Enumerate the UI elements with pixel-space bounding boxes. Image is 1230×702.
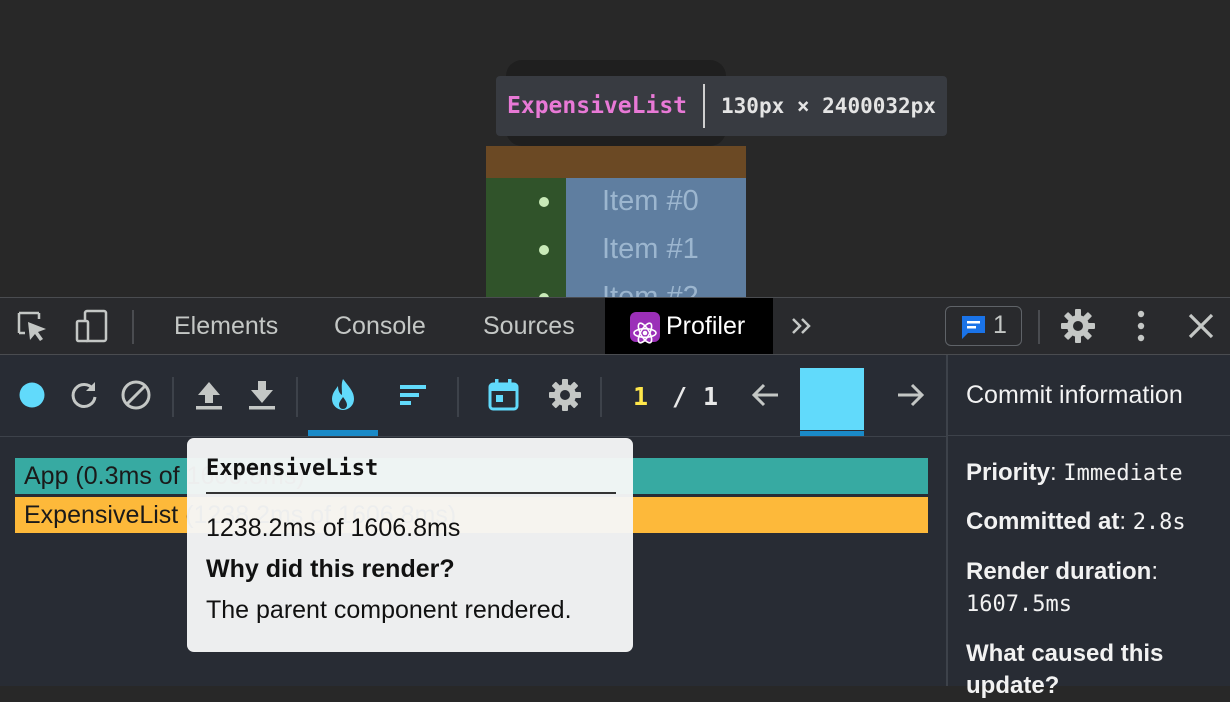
flamegraph-icon[interactable] xyxy=(323,375,363,415)
commit-info-title: Commit information xyxy=(966,381,1183,409)
record-button[interactable] xyxy=(12,375,52,415)
device-toolbar-icon[interactable] xyxy=(75,298,109,354)
tooltip-render-time: 1238.2ms of 1606.8ms xyxy=(206,514,461,542)
profiler-toolbar: 1 / 1 xyxy=(0,355,946,437)
commit-total-count: 1 xyxy=(703,382,719,411)
tab-profiler-label: Profiler xyxy=(666,312,746,340)
tooltip-title: ExpensiveList xyxy=(206,456,379,481)
tooltip-why-heading: Why did this render? xyxy=(206,555,455,583)
what-caused-row: What caused this update? xyxy=(966,638,1226,702)
reload-and-profile-icon[interactable] xyxy=(64,375,104,415)
settings-gear-icon[interactable] xyxy=(1060,298,1096,354)
react-icon xyxy=(630,312,660,344)
highlight-overlay: Item #0 Item #1 Item #2 xyxy=(486,146,746,297)
committed-at-value: 2.8s xyxy=(1132,510,1186,535)
list-item: Item #0 xyxy=(486,178,746,226)
priority-label: Priority xyxy=(966,459,1051,486)
what-caused-label: What caused this update? xyxy=(966,640,1164,699)
render-duration-row: Render duration: 1607.5ms xyxy=(966,558,1159,617)
commit-info-header: Commit information xyxy=(948,355,1230,436)
tab-sources[interactable]: Sources xyxy=(483,298,575,354)
tooltip-divider xyxy=(206,492,616,494)
commit-information-panel: Commit information Priority: Immediate C… xyxy=(946,355,1230,699)
tab-elements[interactable]: Elements xyxy=(174,298,278,354)
save-profile-icon[interactable] xyxy=(242,375,282,415)
commit-bar-selected-indicator xyxy=(800,431,864,436)
message-icon xyxy=(962,316,985,339)
overlay-margin xyxy=(486,146,746,178)
more-tabs-icon[interactable] xyxy=(790,298,814,354)
list-item-label: Item #2 xyxy=(602,281,699,297)
kebab-menu-icon[interactable] xyxy=(1131,298,1151,354)
inspect-element-icon[interactable] xyxy=(15,298,49,354)
close-icon[interactable] xyxy=(1186,298,1216,354)
tooltip-render-reason: The parent component rendered. xyxy=(206,596,572,624)
ranked-chart-icon[interactable] xyxy=(393,375,433,415)
toolbar-divider xyxy=(457,377,459,417)
devtools-tab-bar: Elements Console Sources Profiler 1 xyxy=(0,297,1230,355)
toolbar-divider xyxy=(296,377,298,417)
page-viewport: ExpensiveList 130px × 2400032px Item #0 … xyxy=(0,0,1230,297)
toolbar-divider xyxy=(172,377,174,417)
tab-console[interactable]: Console xyxy=(334,298,426,354)
toolbar-divider xyxy=(1038,310,1040,344)
commit-separator: / xyxy=(672,382,688,411)
issues-count: 1 xyxy=(993,311,1007,339)
commit-bar[interactable] xyxy=(800,368,864,430)
list-item: Item #2 xyxy=(486,274,746,297)
profiler-settings-gear-icon[interactable] xyxy=(545,375,585,415)
bullet xyxy=(539,197,549,207)
render-duration-label: Render duration xyxy=(966,558,1152,585)
priority-value: Immediate xyxy=(1063,461,1183,486)
render-duration-value: 1607.5ms xyxy=(966,592,1072,617)
timeline-calendar-icon[interactable] xyxy=(483,375,523,415)
load-profile-icon[interactable] xyxy=(189,375,229,415)
inspect-dimensions: 130px × 2400032px xyxy=(721,94,936,118)
next-commit-arrow-icon[interactable] xyxy=(890,375,930,415)
previous-commit-arrow-icon[interactable] xyxy=(746,375,786,415)
priority-row: Priority: Immediate xyxy=(966,459,1183,486)
issues-badge[interactable]: 1 xyxy=(945,306,1022,346)
tab-profiler[interactable]: Profiler xyxy=(605,298,773,354)
flame-graph-tooltip: ExpensiveList 1238.2ms of 1606.8ms Why d… xyxy=(187,438,633,652)
list-item: Item #1 xyxy=(486,226,746,274)
clear-profile-icon[interactable] xyxy=(116,375,156,415)
commit-current-index: 1 xyxy=(633,382,649,411)
toolbar-divider xyxy=(132,310,134,344)
list-item-label: Item #1 xyxy=(602,233,699,265)
inspect-divider xyxy=(703,84,706,128)
bullet xyxy=(539,245,549,255)
inspect-tooltip: ExpensiveList 130px × 2400032px xyxy=(496,76,947,136)
flamegraph-active-indicator xyxy=(308,430,378,436)
committed-at-label: Committed at xyxy=(966,508,1120,535)
inspect-component-name: ExpensiveList xyxy=(507,93,688,119)
toolbar-divider xyxy=(600,377,602,417)
committed-at-row: Committed at: 2.8s xyxy=(966,508,1186,535)
list-item-label: Item #0 xyxy=(602,185,699,217)
